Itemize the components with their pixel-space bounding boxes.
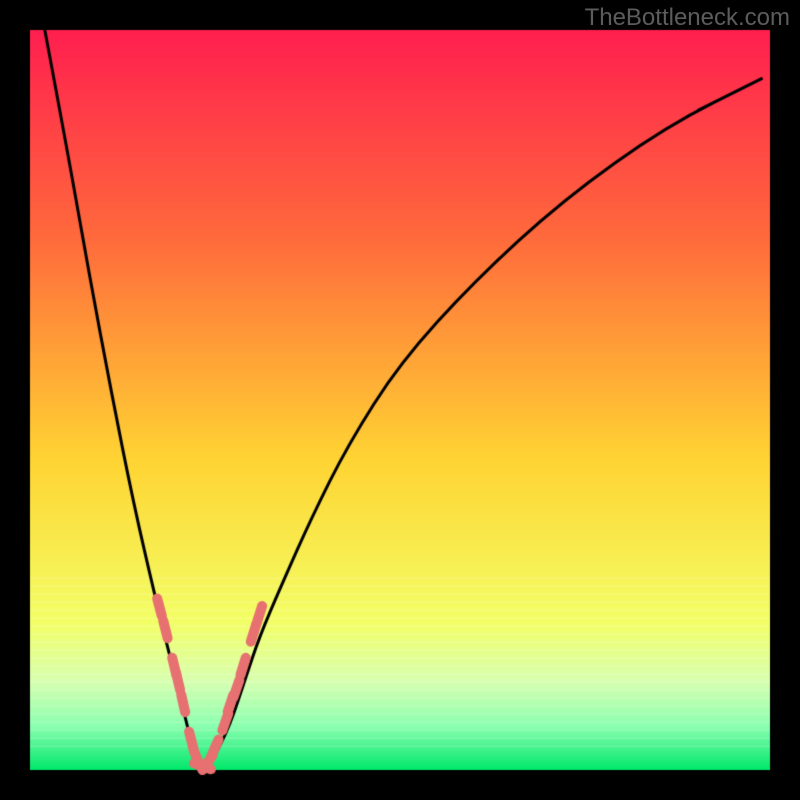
- bottleneck-chart-canvas: [0, 0, 800, 800]
- watermark-text: TheBottleneck.com: [585, 4, 790, 32]
